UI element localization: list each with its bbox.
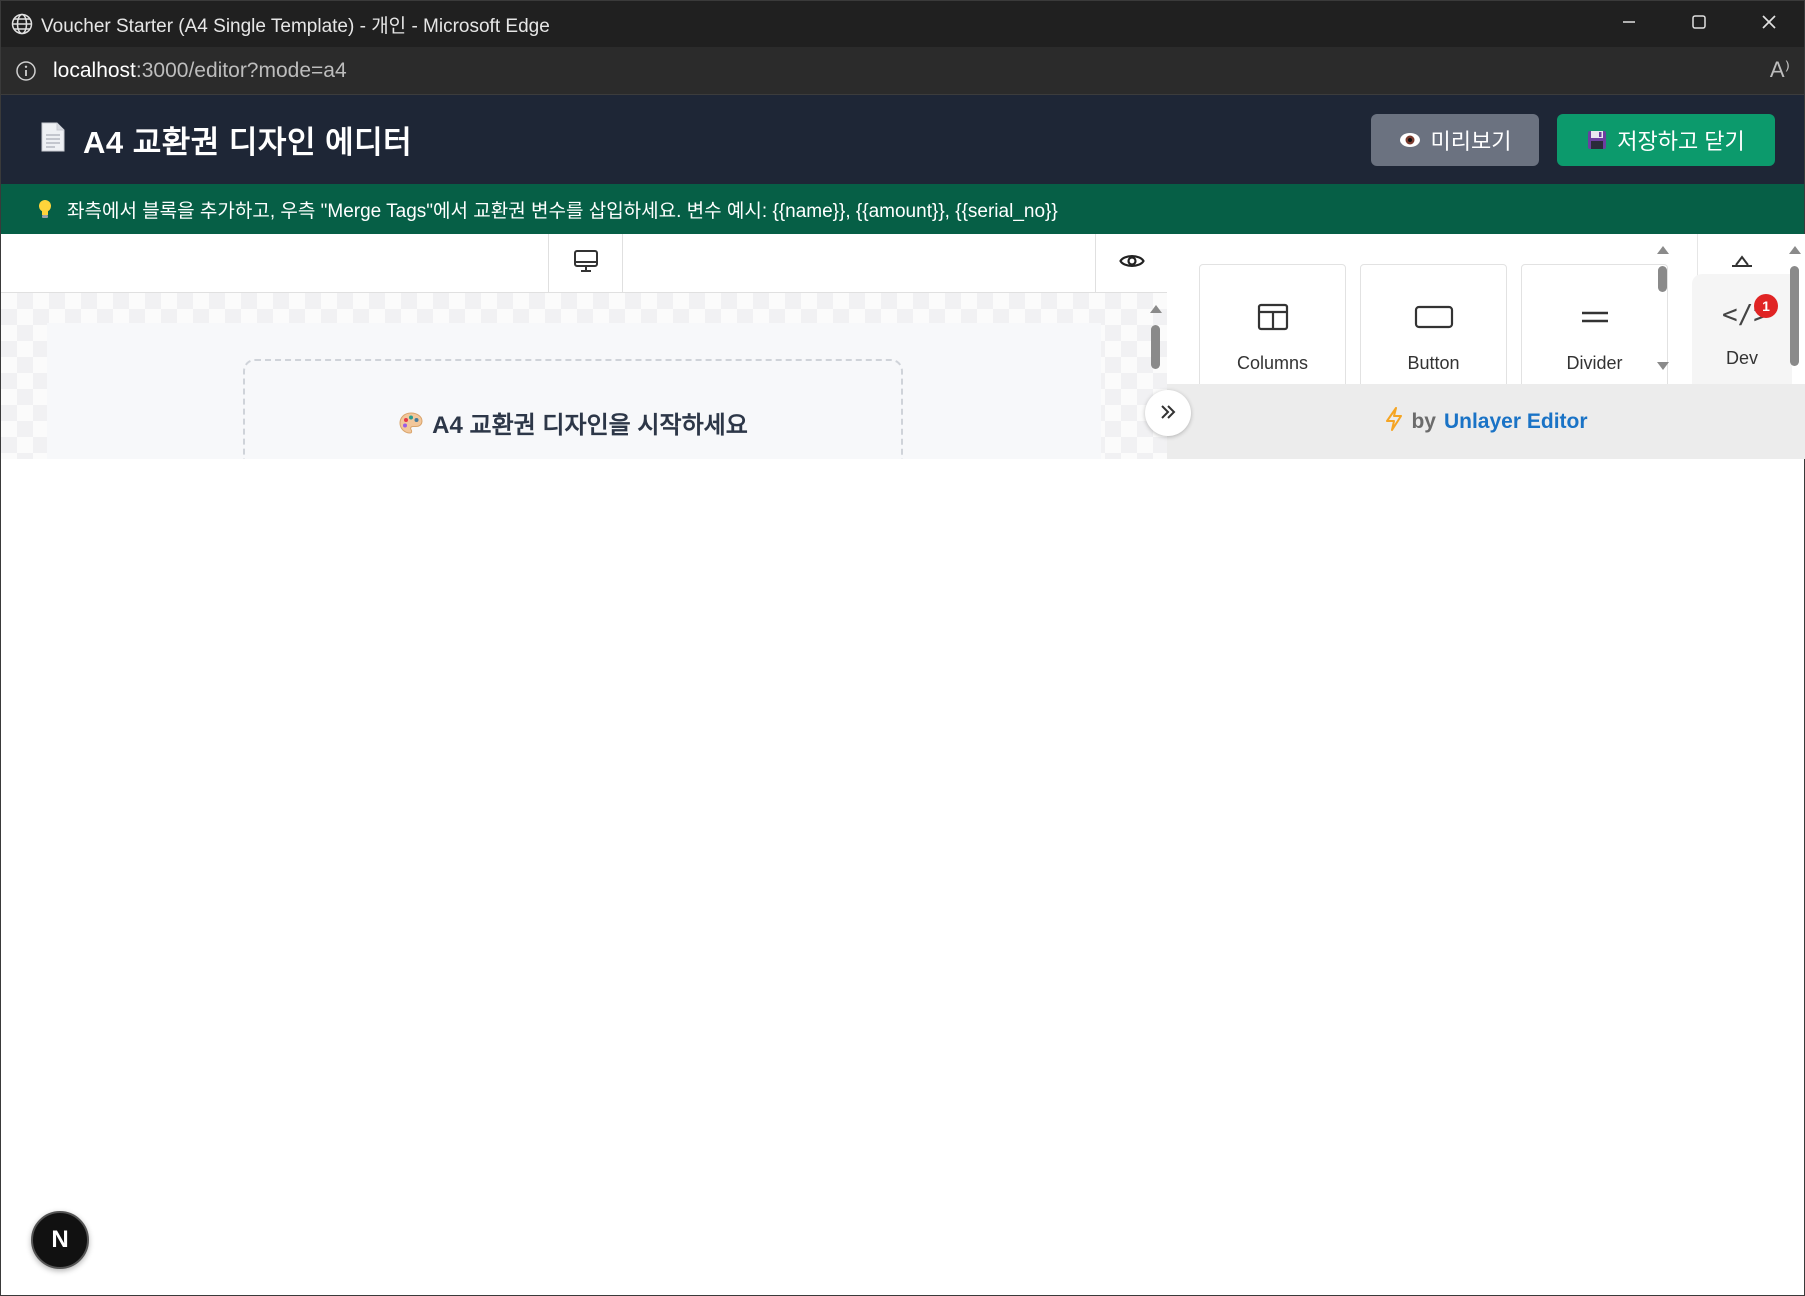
unlayer-editor-link[interactable]: Unlayer Editor	[1444, 410, 1588, 434]
eye-emoji-icon	[1399, 132, 1421, 148]
site-info-icon[interactable]	[13, 58, 39, 84]
save-button-label: 저장하고 닫기	[1617, 129, 1745, 154]
panel-footer: by Unlayer Editor	[1167, 384, 1805, 459]
lightning-icon	[1385, 406, 1403, 437]
window-title: Voucher Starter (A4 Single Template) - 개…	[41, 15, 550, 37]
dev-tab-label: Dev	[1725, 348, 1758, 368]
close-window-button[interactable]	[1734, 1, 1804, 47]
content-tools: Columns Button Divider	[1167, 234, 1697, 389]
email-editor: A4 교환권 디자인을 시작하세요 Columns Button Divider…	[1, 234, 1805, 459]
hint-bar: 좌측에서 블록을 추가하고, 우측 "Merge Tags"에서 교환권 변수를…	[1, 184, 1804, 234]
desktop-icon	[573, 249, 599, 278]
close-icon	[1761, 14, 1777, 35]
dropzone-title-text: A4 교환권 디자인을 시작하세요	[432, 412, 748, 439]
nextjs-dev-indicator-button[interactable]: N	[31, 1211, 89, 1269]
footer-by: by	[1411, 409, 1436, 433]
scroll-up-arrow[interactable]	[1789, 246, 1801, 254]
dev-tab[interactable]: </> 1 Dev	[1692, 274, 1792, 384]
hint-text: 좌측에서 블록을 추가하고, 우측 "Merge Tags"에서 교환권 변수를…	[67, 200, 1058, 222]
window-controls	[1594, 1, 1804, 47]
preview-button[interactable]: 미리보기	[1371, 114, 1539, 166]
dropzone-title: A4 교환권 디자인을 시작하세요	[245, 405, 901, 442]
tools-scrollbar[interactable]	[1656, 246, 1670, 370]
eye-icon	[1118, 252, 1145, 275]
side-tabs: </> 1 Dev	[1692, 234, 1805, 384]
shapes-icon[interactable]	[1728, 254, 1756, 272]
scroll-up-arrow[interactable]	[1657, 246, 1669, 254]
tool-button[interactable]: Button	[1360, 264, 1507, 389]
double-chevron-right-icon	[1159, 400, 1177, 426]
globe-icon	[9, 11, 35, 37]
address-bar: localhost:3000/editor?mode=a4 A⁾	[1, 47, 1804, 95]
notification-badge: 1	[1754, 294, 1778, 318]
document-icon	[39, 121, 67, 158]
browser-window: Voucher Starter (A4 Single Template) - 개…	[0, 0, 1805, 1296]
floppy-disk-icon	[1587, 130, 1607, 150]
tool-columns[interactable]: Columns	[1199, 264, 1346, 389]
collapse-panel-button[interactable]	[1145, 390, 1191, 436]
scroll-thumb[interactable]	[1790, 266, 1799, 366]
desktop-view-button[interactable]	[548, 234, 623, 293]
canvas-pane: A4 교환권 디자인을 시작하세요	[1, 234, 1167, 459]
title-bar: Voucher Starter (A4 Single Template) - 개…	[1, 1, 1804, 47]
light-bulb-icon	[37, 199, 53, 219]
tool-label: Divider	[1566, 353, 1623, 373]
canvas-page[interactable]: A4 교환권 디자인을 시작하세요	[47, 323, 1101, 459]
maximize-icon	[1692, 14, 1706, 34]
preview-toggle-button[interactable]	[1095, 234, 1167, 293]
tool-label: Button	[1407, 353, 1460, 373]
minimize-button[interactable]	[1594, 1, 1664, 47]
url-host: localhost	[53, 58, 136, 82]
columns-icon	[1200, 303, 1345, 331]
url-field[interactable]: localhost:3000/editor?mode=a4	[53, 59, 347, 83]
read-aloud-icon[interactable]: A⁾	[1770, 57, 1790, 83]
scroll-thumb[interactable]	[1658, 266, 1667, 292]
side-tabs-scrollbar[interactable]	[1788, 246, 1802, 376]
minimize-icon	[1622, 15, 1636, 34]
empty-design-dropzone[interactable]: A4 교환권 디자인을 시작하세요	[243, 359, 903, 459]
save-and-close-button[interactable]: 저장하고 닫기	[1557, 114, 1775, 166]
canvas-body: A4 교환권 디자인을 시작하세요	[1, 293, 1167, 459]
button-icon	[1361, 303, 1506, 331]
canvas-toolbar	[1, 234, 1167, 293]
scroll-up-arrow[interactable]	[1150, 305, 1162, 313]
palette-icon	[398, 411, 424, 442]
url-path: :3000/editor?mode=a4	[135, 58, 347, 82]
divider-icon	[1522, 303, 1667, 331]
page-title: A4 교환권 디자인 에디터	[83, 125, 413, 160]
app-header: A4 교환권 디자인 에디터 미리보기 저장하고 닫기	[1, 95, 1804, 184]
tools-panel: Columns Button Divider </> 1 Dev by Unla…	[1167, 234, 1805, 459]
scroll-thumb[interactable]	[1151, 325, 1160, 369]
preview-button-label: 미리보기	[1430, 129, 1512, 154]
tool-divider[interactable]: Divider	[1521, 264, 1668, 389]
tool-label: Columns	[1236, 353, 1309, 373]
scroll-down-arrow[interactable]	[1657, 362, 1669, 370]
maximize-button[interactable]	[1664, 1, 1734, 47]
